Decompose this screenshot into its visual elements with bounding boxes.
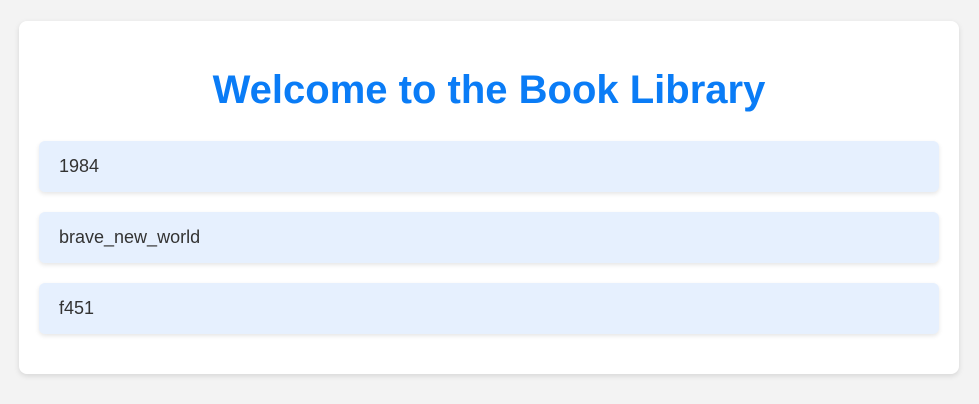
page-title: Welcome to the Book Library	[212, 68, 766, 112]
book-item-brave-new-world[interactable]: brave_new_world	[39, 212, 939, 263]
library-card: Welcome to the Book Library 1984 brave_n…	[19, 21, 959, 374]
book-label: 1984	[59, 156, 100, 176]
book-item-1984[interactable]: 1984	[39, 141, 939, 192]
book-list: 1984 brave_new_world f451	[39, 141, 939, 354]
book-label: f451	[59, 298, 95, 318]
book-item-f451[interactable]: f451	[39, 283, 939, 334]
book-label: brave_new_world	[59, 227, 201, 247]
